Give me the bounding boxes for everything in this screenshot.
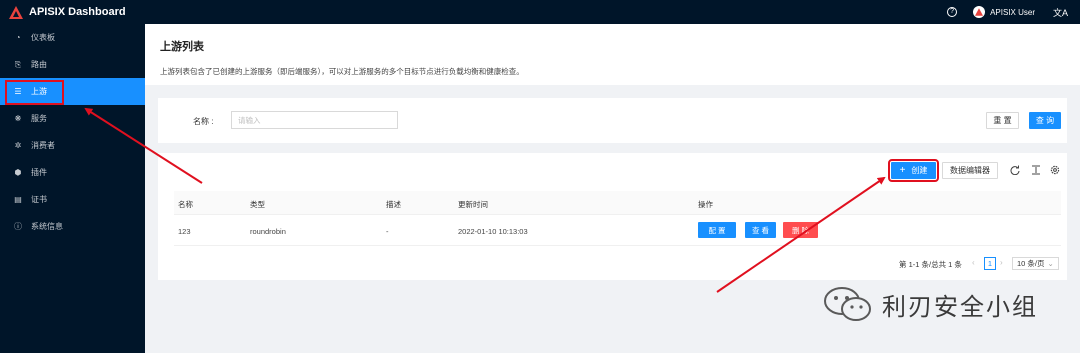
sidebar-item-certificate[interactable]: ▤ 证书 [0,186,145,213]
search-form: 名称 : 重 置 查 询 [158,98,1067,143]
prev-page-icon[interactable]: ‹ [972,258,975,267]
annotation-highlight-upstream [5,80,64,105]
create-button[interactable]: + 创建 [888,159,939,182]
sidebar-item-label: 消费者 [31,141,55,150]
cell-type: roundrobin [250,227,286,236]
column-header-desc[interactable]: 描述 [386,199,401,210]
column-height-icon[interactable] [1030,164,1041,175]
page-size-value: 10 条/页 [1017,259,1045,268]
name-search-input[interactable] [231,111,398,129]
language-icon[interactable]: 文A [1053,6,1068,19]
sidebar-item-dashboard[interactable]: ◔ 仪表板 [0,24,145,51]
sidebar-item-label: 证书 [31,195,47,204]
reload-icon-graphic [1010,165,1019,175]
sidebar-item-route[interactable]: ⎘ 路由 [0,51,145,78]
app-title: APISIX Dashboard [29,6,126,18]
delete-button[interactable]: 删 除 [783,222,818,238]
chevron-down-icon: ⌄ [1047,259,1054,268]
plugin-icon: ⬢ [14,168,22,177]
column-header-updated[interactable]: 更新时间 [458,199,488,210]
apisix-logo-icon [9,5,23,19]
sidebar-item-consumer[interactable]: ✲ 消费者 [0,132,145,159]
reset-button[interactable]: 重 置 [986,112,1019,129]
info-icon: ⓘ [14,222,22,231]
user-name[interactable]: APISIX User [990,8,1035,17]
cell-name: 123 [178,227,191,236]
sidebar-item-label: 插件 [31,168,47,177]
column-header-type[interactable]: 类型 [250,199,265,210]
next-page-icon[interactable]: › [1000,258,1003,267]
pagination-current-page[interactable]: 1 [984,257,996,270]
pagination-total: 第 1-1 条/总共 1 条 [899,260,962,269]
sidebar-item-system-info[interactable]: ⓘ 系统信息 [0,213,145,240]
table-row: 123 roundrobin - 2022-01-10 10:13:03 配 置… [174,215,1061,246]
page-size-select[interactable]: 10 条/页 ⌄ [1012,257,1059,270]
page-title: 上游列表 [160,41,204,53]
route-icon: ⎘ [14,59,22,69]
wechat-icon [824,287,871,321]
sidebar-item-label: 服务 [31,114,47,123]
config-button[interactable]: 配 置 [698,222,736,238]
upstream-table-card: + 创建 数据编辑器 名称 类型 描述 更新时间 操作 123 roundrob… [158,153,1067,280]
create-button-label: 创建 [911,166,928,175]
sidebar-item-label: 路由 [31,60,47,69]
help-icon[interactable]: ? [947,7,958,17]
sidebar: ◔ 仪表板 ⎘ 路由 ☰ 上游 ❋ 服务 ✲ 消费者 ⬢ 插件 ▤ 证书 ⓘ 系… [0,24,145,353]
service-icon: ❋ [14,114,22,123]
setting-icon-graphic [1050,165,1059,174]
data-editor-button[interactable]: 数据编辑器 [942,162,998,179]
page-description: 上游列表包含了已创建的上游服务（即后端服务），可以对上游服务的多个目标节点进行负… [160,67,524,76]
consumer-icon: ✲ [14,141,22,150]
reload-icon[interactable] [1009,164,1020,175]
certificate-icon: ▤ [14,195,22,204]
view-button[interactable]: 查 看 [745,222,776,238]
page-header: 上游列表 上游列表包含了已创建的上游服务（即后端服务），可以对上游服务的多个目标… [145,24,1080,85]
avatar[interactable] [973,6,986,18]
name-label: 名称 : [193,117,214,126]
user-avatar-icon [975,8,984,16]
cell-desc: - [386,227,389,236]
watermark: 利刃安全小组 [822,285,1038,323]
sidebar-item-service[interactable]: ❋ 服务 [0,105,145,132]
sidebar-item-label: 仪表板 [31,33,55,42]
sidebar-item-plugin[interactable]: ⬢ 插件 [0,159,145,186]
apisix-logo[interactable]: APISIX Dashboard [9,5,126,19]
watermark-text: 利刃安全小组 [882,292,1038,321]
top-navbar: APISIX Dashboard ? APISIX User 文A [0,0,1080,24]
column-height-icon-graphic [1031,165,1040,174]
dashboard-icon: ◔ [15,33,21,42]
plus-icon: + [899,164,906,176]
cell-updated: 2022-01-10 10:13:03 [458,227,528,236]
query-button[interactable]: 查 询 [1029,112,1061,129]
column-header-actions: 操作 [698,200,713,209]
table-header: 名称 类型 描述 更新时间 操作 [174,191,1061,215]
column-header-name[interactable]: 名称 [178,199,193,210]
sidebar-item-label: 系统信息 [31,222,63,231]
setting-icon[interactable] [1049,164,1060,175]
